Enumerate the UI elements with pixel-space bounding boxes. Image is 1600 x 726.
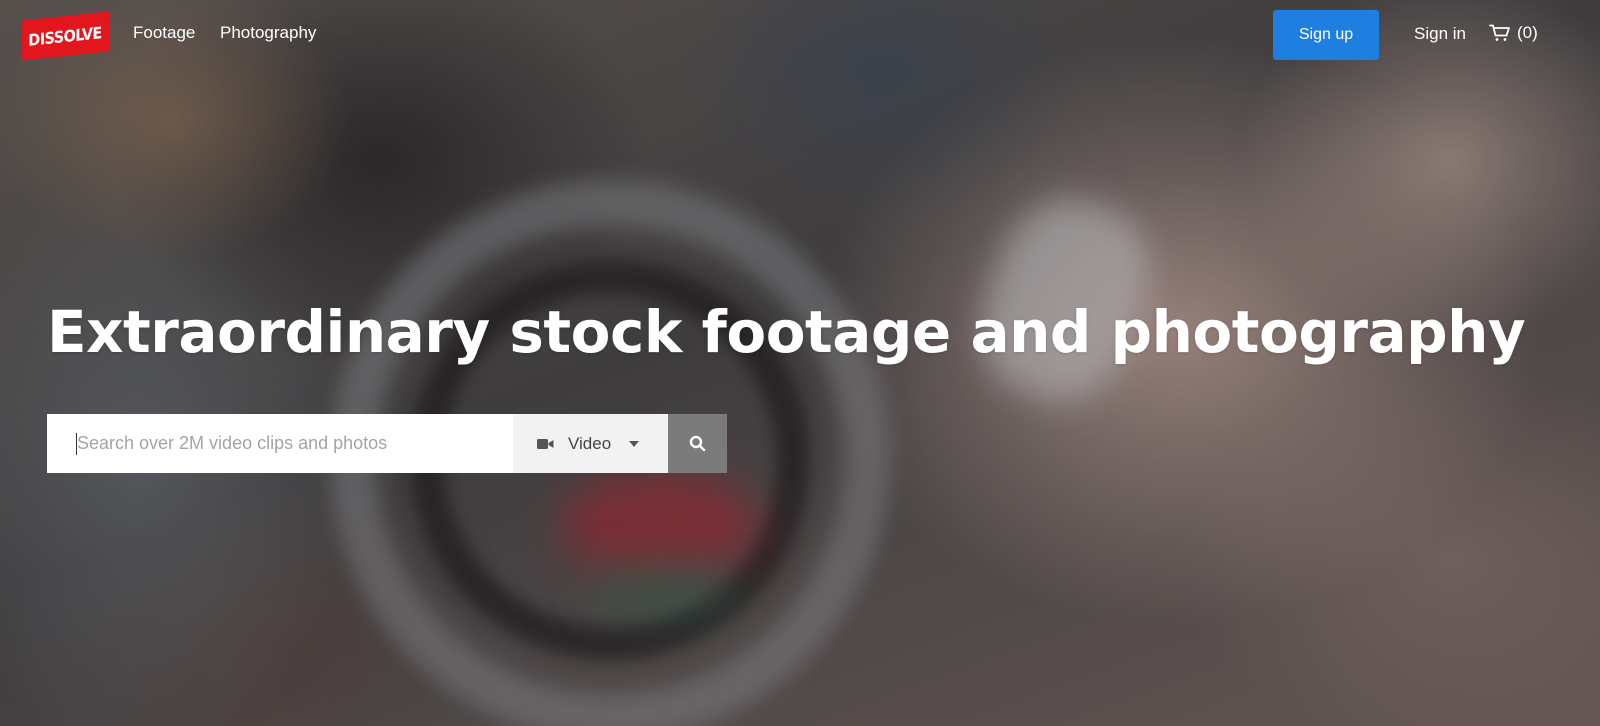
- nav-photography-link[interactable]: Photography: [220, 23, 316, 43]
- site-header: DISSOLVE Footage Photography Sign up Sig…: [0, 0, 1600, 70]
- nav-footage-link[interactable]: Footage: [133, 23, 195, 43]
- cart-count: (0): [1517, 23, 1538, 42]
- media-type-label: Video: [568, 433, 612, 453]
- search-submit-button[interactable]: [668, 414, 727, 473]
- dissolve-logo[interactable]: DISSOLVE: [21, 11, 109, 61]
- media-type-dropdown[interactable]: Video: [513, 414, 668, 473]
- search-bar: Video: [47, 414, 727, 473]
- text-cursor: [76, 433, 77, 455]
- search-icon: [689, 435, 706, 452]
- video-camera-icon: [537, 438, 554, 450]
- logo-text: DISSOLVE: [28, 22, 102, 50]
- sign-up-button[interactable]: Sign up: [1273, 10, 1379, 60]
- cart-button[interactable]: (0): [1489, 23, 1538, 43]
- chevron-down-icon: [629, 440, 640, 447]
- cart-icon: [1489, 24, 1510, 41]
- sign-in-link[interactable]: Sign in: [1414, 24, 1466, 44]
- hero-headline: Extraordinary stock footage and photogra…: [47, 298, 1526, 366]
- search-input[interactable]: [47, 414, 513, 473]
